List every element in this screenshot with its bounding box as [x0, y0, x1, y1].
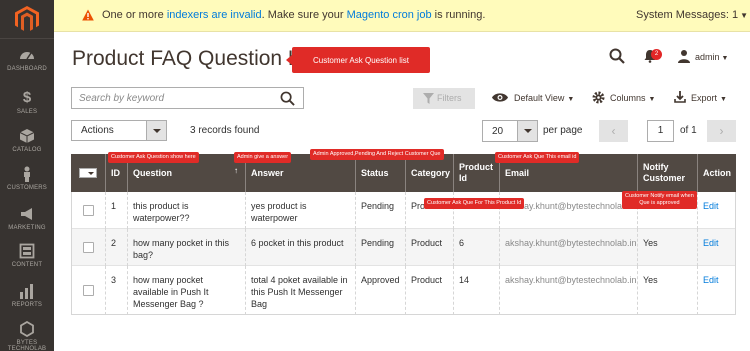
bar-chart-icon: [20, 284, 33, 299]
grid-border: [71, 192, 736, 315]
sidebar-item-bytes-technolab[interactable]: BYTES TECHNOLAB: [0, 321, 54, 351]
next-page-button[interactable]: ›: [707, 120, 736, 142]
product-id-callout: Customer Ask Que For This Product Id: [424, 198, 525, 210]
keyword-search: [71, 87, 304, 109]
search-input[interactable]: [72, 88, 272, 108]
magento-logo-icon[interactable]: [15, 6, 39, 32]
sidebar-item-label: DASHBOARD: [7, 66, 47, 72]
sidebar-item-label: SALES: [16, 109, 38, 115]
message-text-part: . Make sure your: [261, 9, 347, 21]
layout-icon: [19, 243, 35, 259]
export-label: Export: [691, 93, 718, 103]
search-icon[interactable]: [280, 91, 295, 106]
cron-job-link[interactable]: Magento cron job: [347, 9, 432, 21]
eye-icon: [492, 93, 508, 102]
answer-column-callout: Admin give a answer: [234, 152, 292, 164]
admin-sidebar: DASHBOARD $ SALES CATALOG CUSTOMERS MARK…: [0, 0, 54, 351]
message-text-part: is running.: [431, 9, 486, 21]
funnel-icon: [423, 93, 434, 104]
megaphone-icon: [21, 208, 32, 220]
dollar-icon: $: [22, 89, 32, 106]
per-page-select[interactable]: 20: [482, 120, 538, 142]
title-annotation-callout: Customer Ask Question list: [286, 47, 430, 73]
sidebar-item-label: MARKETING: [8, 225, 46, 231]
admin-username: admin: [695, 52, 720, 62]
sidebar-item-label: REPORTS: [11, 302, 43, 308]
sidebar-item-customers[interactable]: CUSTOMERS: [0, 166, 54, 191]
column-header-notify-customer[interactable]: Notify Customer: [637, 154, 697, 192]
chevron-down-icon: ▼: [648, 96, 656, 103]
sort-arrow-icon: ↑: [234, 166, 238, 175]
sidebar-item-marketing[interactable]: MARKETING: [0, 206, 54, 231]
chevron-down-icon: ▼: [721, 55, 729, 62]
gear-icon: [592, 91, 605, 104]
system-message-text: One or more indexers are invalid. Make s…: [102, 9, 485, 21]
indexers-link[interactable]: indexers are invalid: [167, 9, 262, 21]
export-icon: [674, 91, 686, 103]
column-header-product-id[interactable]: Product Id: [453, 154, 499, 192]
user-icon[interactable]: [677, 49, 691, 63]
status-column-callout: Admin Approved,Pending And Reject Custom…: [310, 149, 444, 161]
filters-label: Filters: [437, 93, 462, 103]
question-column-callout: Customer Ask Question show here: [108, 152, 199, 164]
sidebar-item-label: BYTES TECHNOLAB: [7, 340, 47, 351]
sidebar-item-label: CONTENT: [11, 262, 43, 268]
notify-column-callout: Customer Notify email when Que is approv…: [622, 191, 697, 210]
filters-button[interactable]: Filters: [413, 88, 475, 109]
search-icon[interactable]: [609, 48, 625, 64]
system-messages-label: System Messages: 1: [636, 9, 739, 21]
column-header-label: Customer: [643, 173, 686, 183]
column-header-action: Action: [697, 154, 736, 192]
page-number-input[interactable]: 1: [647, 120, 674, 142]
hexagon-icon: [20, 321, 34, 337]
chevron-down-icon: ▼: [720, 96, 727, 103]
warning-icon: [82, 9, 94, 21]
default-view-dropdown[interactable]: Default View ▼: [514, 93, 574, 103]
sidebar-item-dashboard[interactable]: DASHBOARD: [0, 47, 54, 72]
chevron-down-icon: ▼: [740, 11, 749, 20]
chevron-down-icon: [517, 121, 537, 141]
total-pages-label: of 1: [680, 125, 697, 136]
column-header-label: Notify: [643, 162, 669, 173]
notification-count-badge: 2: [651, 49, 662, 60]
system-message-bar: One or more indexers are invalid. Make s…: [54, 0, 750, 32]
per-page-label: per page: [543, 125, 583, 136]
sidebar-item-content[interactable]: CONTENT: [0, 243, 54, 268]
columns-label: Columns: [610, 93, 646, 103]
column-header-label: Product: [459, 162, 494, 173]
select-all-checkbox[interactable]: [79, 168, 97, 178]
column-header-label: Id: [459, 173, 467, 183]
sidebar-item-label: CUSTOMERS: [6, 185, 48, 191]
faq-question-grid: ID Question ↑ Answer Status Category Pro…: [71, 154, 736, 315]
dashboard-icon: [20, 52, 34, 60]
per-page-value: 20: [492, 126, 504, 137]
export-dropdown[interactable]: Export ▼: [691, 93, 727, 103]
mass-actions-select[interactable]: Actions: [71, 120, 167, 141]
select-all-header: [71, 154, 105, 192]
page-title: Product FAQ Question List: [72, 47, 321, 70]
email-column-callout: Customer Ask Que This email id: [495, 152, 580, 164]
admin-user-menu[interactable]: admin ▼: [695, 52, 728, 62]
previous-page-button[interactable]: ‹: [599, 120, 628, 142]
records-found-count: 3 records found: [190, 125, 260, 136]
mass-actions-label: Actions: [81, 125, 114, 136]
columns-dropdown[interactable]: Columns ▼: [610, 93, 655, 103]
person-icon: [24, 166, 30, 182]
column-header-label: Question: [133, 167, 173, 178]
sidebar-item-catalog[interactable]: CATALOG: [0, 128, 54, 153]
chevron-down-icon: [146, 121, 166, 140]
sidebar-item-reports[interactable]: REPORTS: [0, 283, 54, 308]
message-text-part: One or more: [102, 9, 167, 21]
sidebar-item-label: CATALOG: [12, 147, 42, 153]
cube-icon: [19, 129, 35, 143]
chevron-down-icon: ▼: [567, 96, 575, 103]
default-view-label: Default View: [514, 93, 565, 103]
system-messages-toggle[interactable]: System Messages: 1 ▼: [636, 9, 748, 21]
sidebar-item-sales[interactable]: $ SALES: [0, 89, 54, 116]
callout-line: Customer Notify email when: [625, 193, 694, 199]
callout-line: Que is approved: [639, 200, 680, 207]
